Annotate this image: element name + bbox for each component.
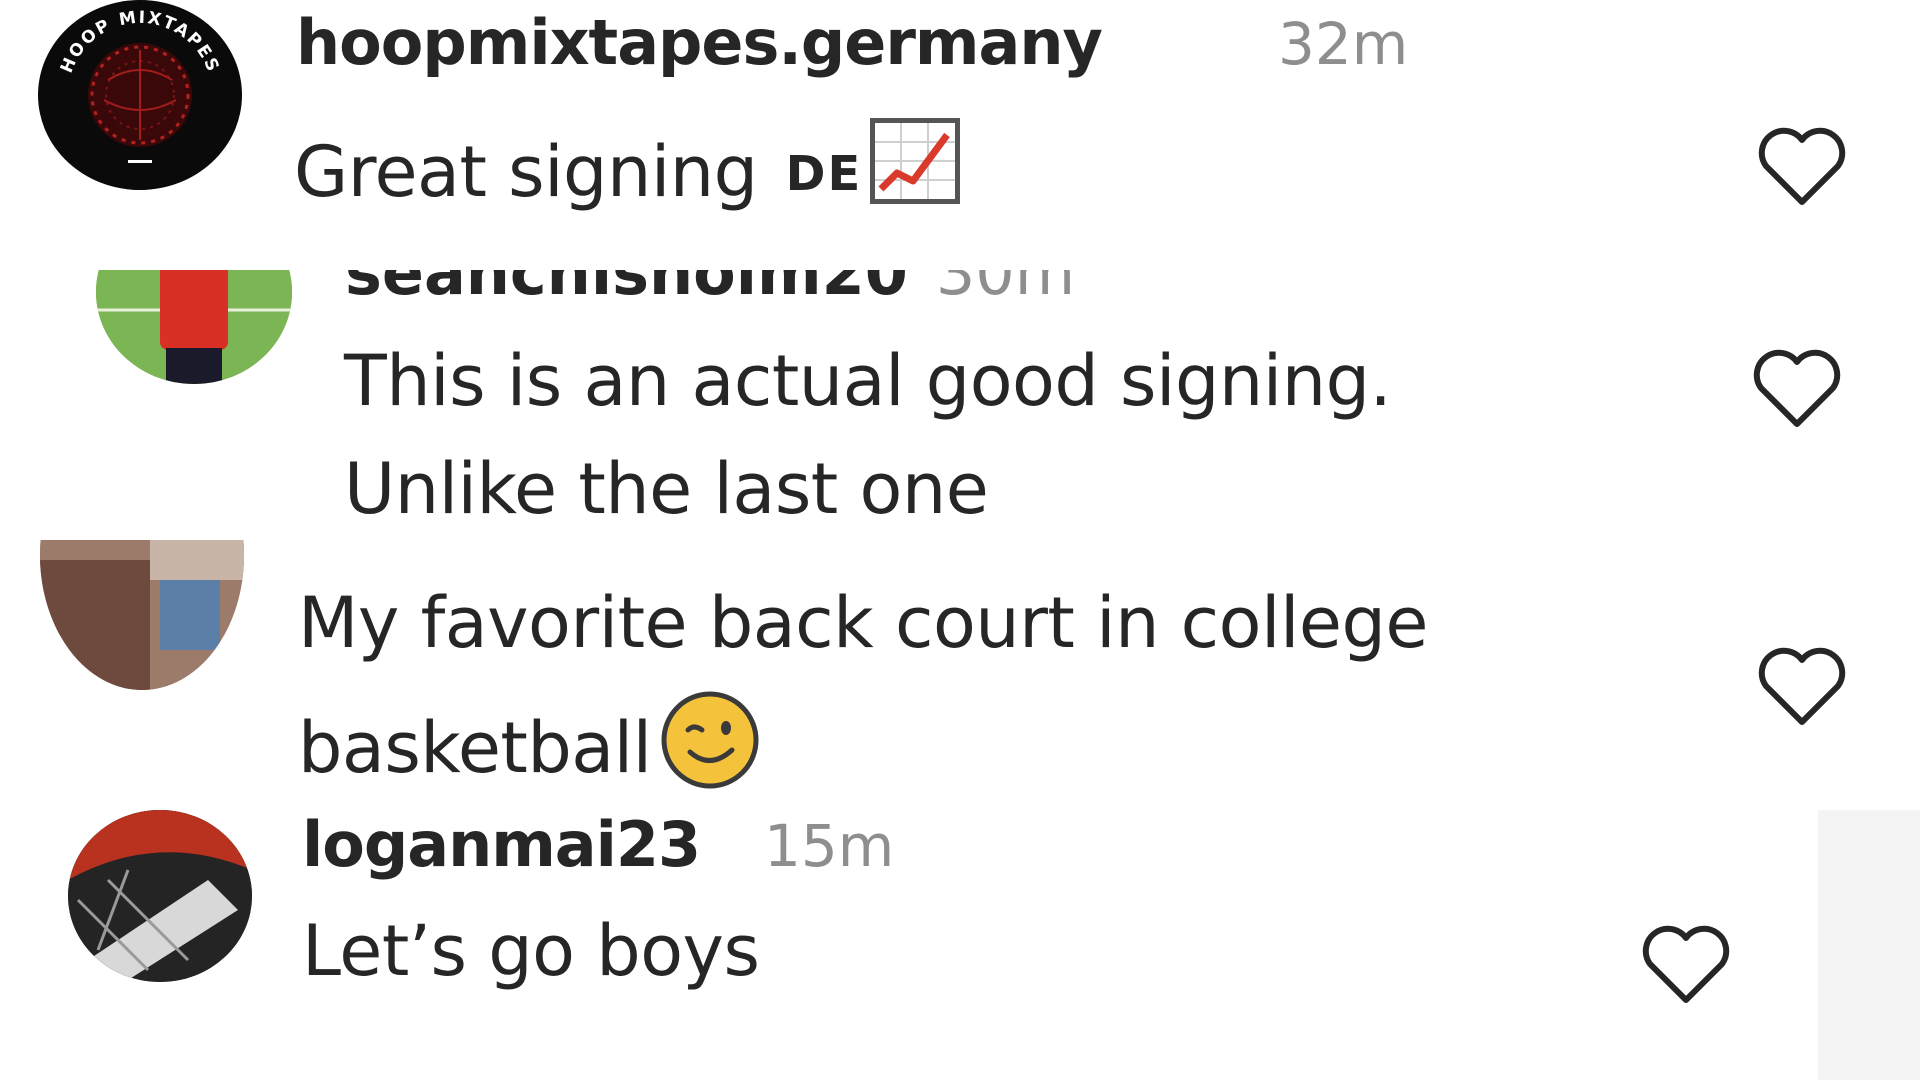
comment-username[interactable]: hoopmixtapes.germany <box>296 6 1103 79</box>
winking-face-emoji <box>660 690 760 790</box>
avatar-hoopmixtapes[interactable]: HOOP MIXTAPES <box>38 0 242 190</box>
comment-text-content: basketball <box>298 707 652 789</box>
comment-username[interactable]: loganmai23 <box>302 810 701 881</box>
comment-text-content: Great signing <box>294 131 758 213</box>
like-heart-icon[interactable] <box>1754 122 1850 210</box>
hoop-mixtapes-logo: HOOP MIXTAPES <box>45 0 235 190</box>
comment-timestamp: 32m <box>1278 10 1409 78</box>
avatar-user-3[interactable] <box>40 540 244 690</box>
like-heart-icon[interactable] <box>1749 344 1845 432</box>
comment-text-line2: basketball <box>298 690 760 790</box>
comment-text-line1: My favorite back court in college <box>298 582 1428 664</box>
avatar-seanchisholm[interactable] <box>96 270 292 384</box>
like-heart-icon[interactable] <box>1754 642 1850 730</box>
comment-username-cutoff[interactable]: seanchisholm20 30m <box>345 270 1075 309</box>
comment-timestamp: 30m <box>935 270 1076 309</box>
germany-flag-emoji: DE <box>785 146 863 202</box>
comment-1: HOOP MIXTAPES hoopmixtapes.germany 32m G… <box>0 0 1920 220</box>
comment-timestamp: 15m <box>764 812 895 880</box>
comment-text-line2: Unlike the last one <box>344 448 989 530</box>
side-panel <box>1818 810 1920 1080</box>
avatar-photo <box>40 540 244 690</box>
avatar-photo <box>68 810 252 982</box>
comment-3: My favorite back court in college basket… <box>0 540 1920 810</box>
avatar-loganmai[interactable] <box>68 810 252 982</box>
chart-increasing-emoji <box>870 118 961 204</box>
comment-text-line1: This is an actual good signing. <box>344 340 1392 422</box>
comment-2: seanchisholm20 30m This is an actual good… <box>0 270 1920 540</box>
like-heart-icon[interactable] <box>1638 920 1734 1008</box>
comment-text: Great signing DE <box>294 118 961 213</box>
comment-text: Let’s go boys <box>302 910 760 992</box>
avatar-photo <box>96 270 292 384</box>
comment-4: loganmai23 15m Let’s go boys <box>0 810 1920 1080</box>
